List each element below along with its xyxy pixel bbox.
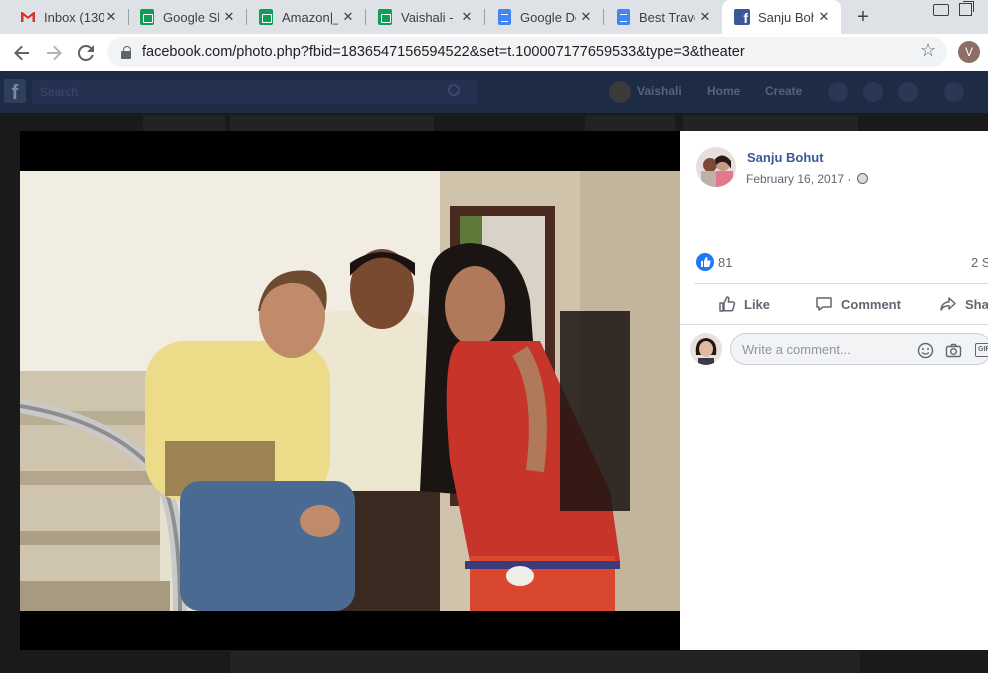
emoji-icon[interactable] [917, 342, 934, 359]
like-icon [719, 296, 736, 312]
dimmed-card [683, 115, 858, 131]
back-arrow-icon [14, 45, 29, 61]
url-text: facebook.com/photo.php?fbid=183654715659… [142, 44, 745, 60]
share-label: Sha [965, 296, 988, 312]
messenger-icon[interactable] [863, 82, 883, 102]
globe-icon [856, 173, 868, 184]
share-icon [940, 297, 956, 311]
reload-button[interactable] [73, 40, 99, 66]
help-icon[interactable] [944, 82, 964, 102]
google-docs-icon [615, 9, 631, 25]
photo-theater [20, 131, 680, 650]
comment-label: Comment [841, 296, 901, 312]
tab-close-icon[interactable]: ✕ [460, 10, 474, 24]
notifications-icon[interactable] [898, 82, 918, 102]
like-label: Like [744, 296, 771, 312]
current-user-avatar[interactable] [690, 333, 722, 365]
google-sheets-icon [377, 9, 393, 25]
like-button[interactable]: Like [718, 294, 770, 314]
author-avatar-image [696, 147, 736, 187]
tab-google-docs[interactable]: Google Do ✕ [476, 0, 604, 34]
tab-title: Best Trave [639, 9, 695, 25]
friend-requests-icon[interactable] [828, 82, 848, 102]
tab-vaishali-sheet[interactable]: Vaishali - ✕ [357, 0, 485, 34]
profile-avatar[interactable]: V [958, 41, 980, 63]
back-button[interactable] [9, 40, 35, 66]
tab-title: Google Do [520, 9, 576, 25]
tab-google-sheets[interactable]: Google Sh ✕ [119, 0, 247, 34]
bookmark-star-icon[interactable]: ☆ [920, 40, 936, 61]
comment-box: GIF [730, 333, 988, 365]
google-docs-icon [496, 9, 512, 25]
tab-best-travel-doc[interactable]: Best Trave ✕ [595, 0, 722, 34]
facebook-search-input[interactable]: Search [32, 80, 477, 104]
gif-icon[interactable]: GIF [975, 343, 988, 357]
tab-amazon-sheet[interactable]: Amazon|_ ✕ [238, 0, 366, 34]
lock-icon [121, 45, 131, 59]
facebook-logo-icon[interactable]: f [4, 79, 26, 104]
facebook-icon: f [734, 9, 750, 26]
forward-arrow-icon [47, 45, 62, 61]
divider [694, 283, 988, 284]
google-sheets-icon [139, 9, 155, 25]
nav-create-link[interactable]: Create [765, 84, 802, 98]
tab-title: Amazon|_ [282, 9, 338, 25]
like-reaction-icon[interactable] [696, 253, 714, 271]
google-sheets-icon [258, 9, 274, 25]
tab-title: Sanju Boh [758, 9, 814, 25]
share-button[interactable]: Sha [939, 294, 988, 314]
gmail-icon [20, 9, 36, 25]
search-icon[interactable] [448, 84, 460, 96]
comment-button[interactable]: Comment [815, 294, 901, 314]
dimmed-card [230, 651, 860, 673]
tab-facebook-active[interactable]: f Sanju Boh ✕ [722, 0, 841, 34]
forward-button[interactable] [41, 40, 67, 66]
comment-input[interactable] [742, 342, 912, 357]
like-count[interactable]: 81 [718, 255, 732, 270]
reload-icon [78, 45, 94, 61]
tab-close-icon[interactable]: ✕ [698, 10, 712, 24]
tab-title: Vaishali - [401, 9, 454, 25]
dimmed-card [230, 115, 434, 131]
current-user-avatar-image [690, 333, 722, 365]
tab-gmail[interactable]: Inbox (130 ✕ [0, 0, 129, 34]
window-minimize-button[interactable] [928, 0, 952, 20]
browser-toolbar: facebook.com/photo.php?fbid=183654715659… [0, 34, 988, 71]
address-bar[interactable]: facebook.com/photo.php?fbid=183654715659… [107, 37, 947, 67]
nav-user-avatar[interactable] [609, 81, 631, 103]
tab-close-icon[interactable]: ✕ [579, 10, 593, 24]
comment-composer: GIF [680, 324, 988, 369]
tab-close-icon[interactable]: ✕ [104, 10, 118, 24]
tab-title: Inbox (130 [44, 9, 104, 25]
camera-icon[interactable] [945, 342, 962, 359]
nav-home-link[interactable]: Home [707, 84, 740, 98]
post-author-name[interactable]: Sanju Bohut [747, 150, 824, 165]
dimmed-card [143, 115, 225, 131]
window-restore-button[interactable] [953, 0, 977, 20]
comment-icon [816, 297, 832, 311]
post-date-text[interactable]: February 16, 2017 · [746, 172, 851, 186]
browser-tab-strip: Inbox (130 ✕ Google Sh ✕ Amazon|_ ✕ Vais… [0, 0, 988, 34]
tab-close-icon[interactable]: ✕ [341, 10, 355, 24]
photo-image[interactable] [20, 171, 680, 611]
tab-close-icon[interactable]: ✕ [222, 10, 236, 24]
nav-user-name[interactable]: Vaishali [637, 84, 682, 98]
share-count[interactable]: 2 S [971, 255, 988, 270]
tab-title: Google Sh [163, 9, 219, 25]
group-photo-image [20, 171, 680, 611]
author-avatar[interactable] [696, 147, 736, 187]
dimmed-card [585, 115, 675, 131]
thumbs-up-icon [701, 257, 711, 267]
facebook-header-dimmed: f Search Vaishali Home Create [0, 71, 988, 113]
new-tab-button[interactable]: + [852, 6, 874, 28]
post-date: February 16, 2017 · [746, 172, 868, 186]
tab-close-icon[interactable]: ✕ [817, 10, 831, 24]
post-side-panel: Sanju Bohut February 16, 2017 · 81 2 S L… [680, 131, 988, 650]
